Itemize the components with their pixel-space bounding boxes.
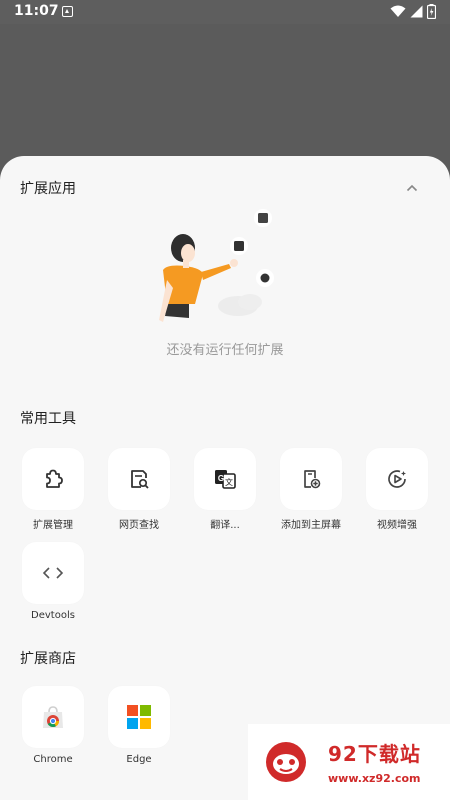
tool-translate-box[interactable]: G文 [194, 448, 256, 510]
store-edge-box[interactable] [108, 686, 170, 748]
tool-label: 视频增强 [377, 520, 417, 531]
tool-label: 添加到主屏幕 [281, 520, 341, 531]
store-edge[interactable]: Edge [107, 686, 171, 765]
battery-icon [427, 4, 436, 19]
watermark-title: 92下载站 [328, 742, 421, 766]
extensions-section-title: 扩展应用 [20, 181, 76, 197]
tool-translate[interactable]: G文 翻译... [193, 448, 257, 531]
store-label: Chrome [33, 754, 73, 765]
video-enhance-icon [388, 470, 406, 488]
notification-icon [62, 6, 73, 17]
store-chrome-box[interactable] [22, 686, 84, 748]
tool-find-in-page[interactable]: 网页查找 [107, 448, 171, 531]
svg-text:G: G [218, 474, 224, 483]
edge-store-icon [127, 705, 151, 729]
extensions-sheet: 扩展应用 还没有运行任何扩展 常用工具 扩展管理 网页查找 G 文 翻译... … [0, 156, 450, 800]
tool-devtools[interactable]: Devtools [21, 542, 85, 621]
tool-extension-manager-box[interactable] [22, 448, 84, 510]
tool-devtools-box[interactable] [22, 542, 84, 604]
tool-extension-manager[interactable]: 扩展管理 [21, 448, 85, 531]
status-bar: 11:07 [0, 0, 450, 24]
tool-label: 网页查找 [119, 520, 159, 531]
add-to-home-icon [304, 470, 321, 489]
store-label: Edge [126, 754, 152, 765]
status-time: 11:07 [14, 3, 59, 19]
signal-icon [410, 5, 423, 18]
tool-label: 扩展管理 [33, 520, 73, 531]
watermark-logo-icon [266, 742, 306, 782]
chrome-store-icon [43, 706, 63, 728]
tool-add-to-home[interactable]: 添加到主屏幕 [279, 448, 343, 531]
tool-find-in-page-box[interactable] [108, 448, 170, 510]
translate-icon: G文 [215, 470, 236, 489]
watermark-url: www.xz92.com [328, 772, 421, 785]
page-search-icon [131, 470, 149, 489]
site-watermark: 92下载站 www.xz92.com [248, 724, 450, 800]
tool-label: 翻译... [210, 520, 240, 531]
empty-state-illustration [159, 209, 274, 322]
tool-video-enhance-box[interactable] [366, 448, 428, 510]
tool-video-enhance[interactable]: 视频增强 [365, 448, 429, 531]
store-section-title: 扩展商店 [20, 651, 76, 667]
chevron-up-icon[interactable] [406, 184, 418, 192]
background-scrim[interactable] [0, 24, 450, 174]
svg-text:文: 文 [225, 477, 233, 487]
code-icon [42, 567, 64, 579]
store-chrome[interactable]: Chrome [21, 686, 85, 765]
tool-add-to-home-box[interactable] [280, 448, 342, 510]
wifi-icon [390, 5, 406, 17]
tools-section-title: 常用工具 [20, 411, 76, 427]
puzzle-icon [46, 469, 63, 488]
tool-label: Devtools [31, 610, 75, 621]
empty-extensions-text: 还没有运行任何扩展 [166, 343, 284, 358]
